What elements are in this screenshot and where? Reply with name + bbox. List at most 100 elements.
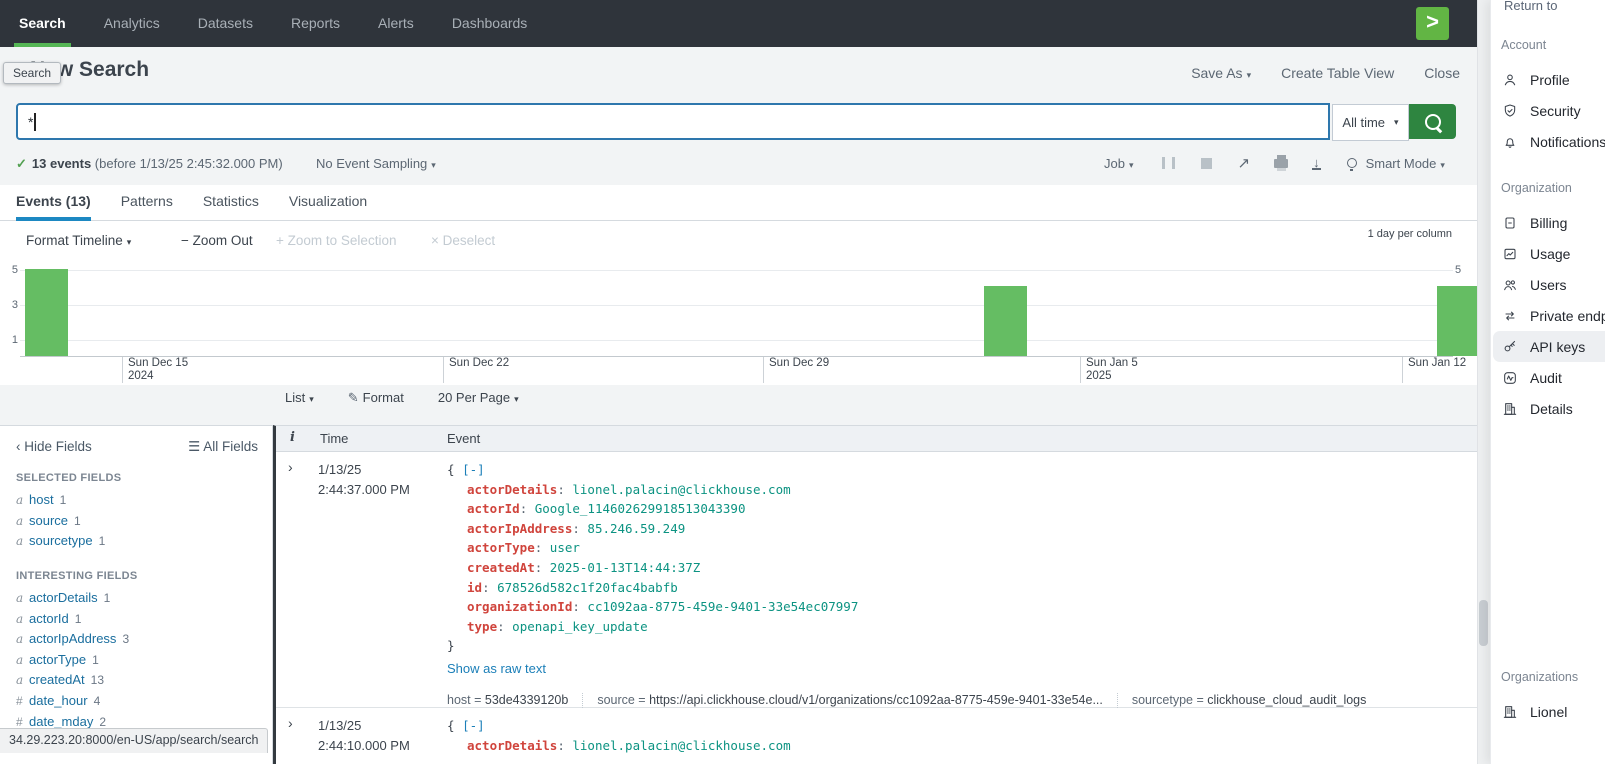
- nav-item-analytics[interactable]: Analytics: [85, 0, 179, 47]
- json-value[interactable]: 678526d582c1f20fac4babfb: [497, 580, 678, 595]
- create-table-view-button[interactable]: Create Table View: [1281, 65, 1394, 81]
- json-value[interactable]: lionel.palacin@clickhouse.com: [572, 738, 790, 753]
- sidebar-item-profile[interactable]: Profile: [1493, 64, 1605, 95]
- timeline-bar-jan-2-2025[interactable]: [984, 286, 1027, 356]
- sidebar-item-usage[interactable]: Usage: [1493, 238, 1605, 269]
- field-row-date-hour[interactable]: #date_hour4: [0, 691, 272, 712]
- json-value[interactable]: cc1092aa-8775-459e-9401-33e54ec07997: [587, 599, 858, 614]
- nav-item-reports[interactable]: Reports: [272, 0, 359, 47]
- field-name[interactable]: date_hour: [29, 693, 88, 708]
- pause-icon[interactable]: [1162, 157, 1175, 169]
- json-value[interactable]: lionel.palacin@clickhouse.com: [572, 482, 790, 497]
- json-key[interactable]: id: [467, 580, 482, 595]
- nav-item-dashboards[interactable]: Dashboards: [433, 0, 547, 47]
- search-input[interactable]: *: [16, 103, 1330, 140]
- json-key[interactable]: actorId: [467, 501, 520, 516]
- json-key[interactable]: createdAt: [467, 560, 535, 575]
- field-row-actorid[interactable]: aactorId1: [0, 609, 272, 630]
- field-name[interactable]: actorDetails: [29, 590, 98, 605]
- field-name[interactable]: actorIpAddress: [29, 631, 116, 646]
- field-name[interactable]: date_mday: [29, 714, 93, 729]
- tab-visualization[interactable]: Visualization: [289, 185, 367, 217]
- caret-down-icon: ▾: [127, 237, 132, 247]
- json-key[interactable]: actorDetails: [467, 738, 557, 753]
- format-results-button[interactable]: ✎Format: [348, 390, 404, 406]
- tab-statistics[interactable]: Statistics: [203, 185, 259, 217]
- json-field-actoripaddress: actorIpAddress: 85.246.59.249: [447, 519, 1366, 539]
- json-value[interactable]: Google_114602629918513043390: [535, 501, 746, 516]
- json-value[interactable]: user: [550, 540, 580, 555]
- json-value[interactable]: 2025-01-13T14:44:37Z: [550, 560, 701, 575]
- scrollbar-thumb[interactable]: [1479, 600, 1488, 646]
- format-timeline-dropdown[interactable]: Format Timeline▾: [26, 233, 131, 248]
- save-as-button[interactable]: Save As▾: [1191, 65, 1251, 81]
- meta-value: https://api.clickhouse.cloud/v1/organiza…: [649, 693, 1103, 707]
- event-sampling-dropdown[interactable]: No Event Sampling▾: [316, 156, 436, 171]
- sidebar-item-security[interactable]: Security: [1493, 95, 1605, 126]
- nav-item-search[interactable]: Search: [0, 0, 85, 47]
- show-raw-text-link[interactable]: Show as raw text: [447, 659, 1366, 679]
- field-name[interactable]: actorType: [29, 652, 86, 667]
- export-icon[interactable]: ↓: [1312, 157, 1321, 170]
- tab-events-13[interactable]: Events (13): [16, 185, 91, 221]
- field-name[interactable]: actorId: [29, 611, 69, 626]
- nav-item-alerts[interactable]: Alerts: [359, 0, 433, 47]
- json-key[interactable]: actorDetails: [467, 482, 557, 497]
- json-value[interactable]: openapi_key_update: [512, 619, 647, 634]
- browser-status-url: 34.29.223.20:8000/en-US/app/search/searc…: [0, 728, 268, 753]
- tab-patterns[interactable]: Patterns: [121, 185, 173, 217]
- hide-fields-link[interactable]: ‹ Hide Fields: [16, 439, 92, 455]
- stop-icon[interactable]: [1201, 158, 1212, 169]
- field-row-host[interactable]: ahost1: [0, 490, 272, 511]
- zoom-out-button[interactable]: − Zoom Out: [181, 233, 253, 248]
- zoom-to-selection-button[interactable]: + Zoom to Selection: [276, 233, 396, 248]
- sidebar-item-details[interactable]: Details: [1493, 393, 1605, 424]
- sidebar-item-billing[interactable]: Billing: [1493, 207, 1605, 238]
- collapse-json-link[interactable]: [-]: [462, 718, 485, 733]
- sidebar-item-notifications[interactable]: Notifications: [1493, 126, 1605, 157]
- event-column-header: Event: [447, 431, 480, 446]
- json-value[interactable]: 85.246.59.249: [587, 521, 685, 536]
- collapse-json-link[interactable]: [-]: [462, 462, 485, 477]
- json-colon: :: [535, 540, 550, 555]
- expand-chevron-icon[interactable]: ›: [288, 459, 293, 475]
- field-row-source[interactable]: asource1: [0, 511, 272, 532]
- close-button[interactable]: Close: [1424, 65, 1460, 81]
- json-key[interactable]: actorIpAddress: [467, 521, 572, 536]
- search-mode-dropdown[interactable]: Smart Mode▾: [1366, 156, 1445, 171]
- json-key[interactable]: actorType: [467, 540, 535, 555]
- sidebar-item-private-endpoints[interactable]: Private endpoints: [1493, 300, 1605, 331]
- splunk-logo-icon[interactable]: >: [1416, 7, 1449, 40]
- field-row-sourcetype[interactable]: asourcetype1: [0, 531, 272, 552]
- field-row-actortype[interactable]: aactorType1: [0, 650, 272, 671]
- field-row-actordetails[interactable]: aactorDetails1: [0, 588, 272, 609]
- return-to-link[interactable]: Return to: [1504, 0, 1557, 13]
- field-row-createdat[interactable]: acreatedAt13: [0, 670, 272, 691]
- json-key[interactable]: organizationId: [467, 599, 572, 614]
- time-range-picker[interactable]: All time▾: [1332, 104, 1409, 141]
- list-view-dropdown[interactable]: List▾: [285, 390, 314, 406]
- field-name[interactable]: sourcetype: [29, 533, 93, 548]
- json-key[interactable]: type: [467, 619, 497, 634]
- expand-chevron-icon[interactable]: ›: [288, 715, 293, 731]
- per-page-dropdown[interactable]: 20 Per Page▾: [438, 390, 519, 406]
- events-table-header: i Time Event: [276, 426, 1477, 452]
- timeline-bar-dec-13-2024[interactable]: [25, 269, 68, 356]
- nav-item-datasets[interactable]: Datasets: [179, 0, 272, 47]
- field-name[interactable]: createdAt: [29, 672, 85, 687]
- search-button[interactable]: [1409, 104, 1456, 139]
- deselect-button[interactable]: × Deselect: [431, 233, 495, 248]
- sidebar-item-api-keys[interactable]: API keys: [1493, 331, 1605, 362]
- job-menu[interactable]: Job▾: [1104, 156, 1134, 171]
- field-name[interactable]: source: [29, 513, 68, 528]
- field-name[interactable]: host: [29, 492, 54, 507]
- sidebar-item-lionel[interactable]: Lionel: [1493, 696, 1605, 727]
- timeline-bar-jan-13-2025[interactable]: [1437, 286, 1480, 356]
- sidebar-item-users[interactable]: Users: [1493, 269, 1605, 300]
- page-scrollbar[interactable]: [1477, 0, 1490, 764]
- field-row-actoripaddress[interactable]: aactorIpAddress3: [0, 629, 272, 650]
- print-icon[interactable]: [1274, 159, 1288, 168]
- share-icon[interactable]: ↗: [1238, 154, 1251, 172]
- sidebar-item-audit[interactable]: Audit: [1493, 362, 1605, 393]
- all-fields-link[interactable]: ☰ All Fields: [188, 439, 258, 455]
